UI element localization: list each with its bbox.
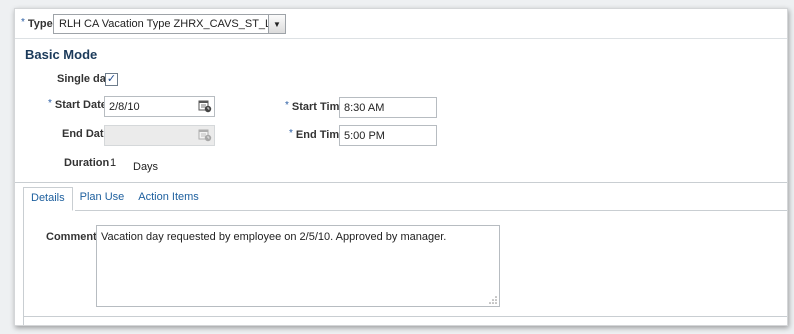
resize-grip-icon[interactable] (489, 296, 497, 304)
start-time-label: Start Time (291, 101, 346, 113)
comments-textarea[interactable]: Vacation day requested by employee on 2/… (96, 225, 500, 307)
section-divider (15, 182, 787, 183)
start-date-label-group: * Start Date (48, 98, 107, 111)
required-marker: * (48, 98, 52, 109)
comments-value: Vacation day requested by employee on 2/… (101, 231, 447, 243)
start-time-value: 8:30 AM (344, 101, 385, 114)
end-time-label-group: * End Time (289, 128, 346, 141)
tab-action-items[interactable]: Action Items (131, 187, 206, 211)
required-marker: * (285, 100, 289, 111)
start-time-input[interactable]: 8:30 AM (339, 97, 437, 118)
start-date-value: 2/8/10 (109, 100, 140, 113)
required-marker: * (21, 17, 25, 28)
calendar-icon[interactable] (198, 99, 212, 113)
comments-label: Comments (46, 231, 103, 243)
checkmark-icon: ✓ (106, 73, 117, 85)
type-select[interactable]: RLH CA Vacation Type ZHRX_CAVS_ST_LE01 ▼ (53, 14, 286, 34)
dropdown-arrow-icon[interactable]: ▼ (268, 15, 285, 33)
tab-bar: Details Plan Use Action Items (23, 187, 206, 211)
header-divider (15, 38, 787, 39)
vacation-form-panel: * Type RLH CA Vacation Type ZHRX_CAVS_ST_… (14, 8, 788, 326)
end-time-label: End Time (295, 129, 346, 141)
type-label-group: * Type (21, 17, 53, 30)
start-time-label-group: * Start Time (285, 100, 346, 113)
bottom-divider (23, 316, 787, 317)
duration-value: 1 (110, 157, 117, 169)
tab-body-top-border (75, 210, 787, 211)
type-select-value: RLH CA Vacation Type ZHRX_CAVS_ST_LE01 (59, 18, 268, 30)
start-date-label: Start Date (54, 99, 107, 111)
single-day-label: Single day (57, 73, 113, 85)
end-time-input[interactable]: 5:00 PM (339, 125, 437, 146)
duration-label: Duration (64, 157, 110, 169)
duration-unit: Days (133, 161, 159, 173)
type-label: Type (27, 18, 53, 30)
required-marker: * (289, 128, 293, 139)
calendar-icon (198, 129, 212, 142)
tab-details[interactable]: Details (23, 187, 73, 211)
end-time-value: 5:00 PM (344, 129, 385, 142)
single-day-checkbox[interactable]: ✓ (105, 73, 118, 86)
end-date-label: End Date (62, 128, 110, 140)
section-title: Basic Mode (25, 47, 98, 62)
tab-plan-use[interactable]: Plan Use (73, 187, 132, 211)
